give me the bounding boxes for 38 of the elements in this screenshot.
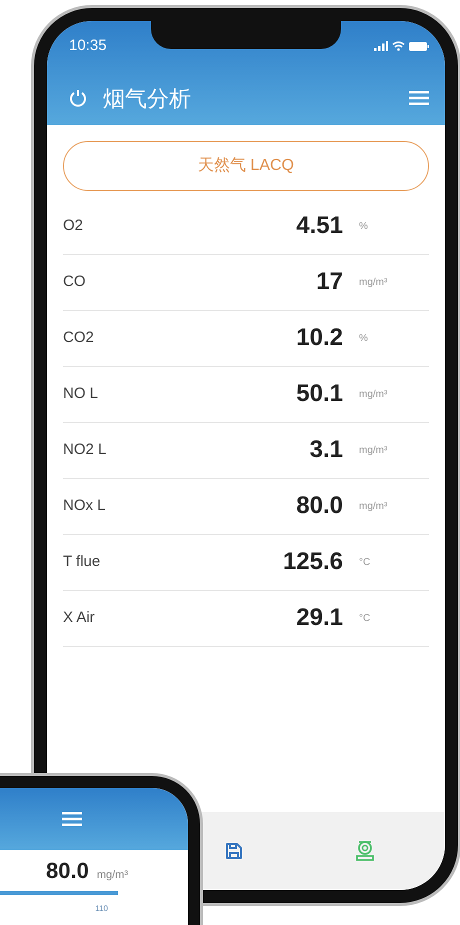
device-icon[interactable] — [355, 840, 375, 862]
reading-name: NO2 L — [63, 440, 106, 460]
reading-value: 4.51 — [296, 211, 343, 241]
reading-unit: mg/m³ — [359, 276, 388, 290]
reading-value: 50.1 — [296, 379, 343, 409]
reading-value: 80.0 — [296, 491, 343, 521]
signal-icon — [374, 41, 388, 52]
reading-value: 17 — [316, 267, 343, 297]
reading-value: 125.6 — [282, 547, 343, 577]
reading-unit: mg/m³ — [359, 500, 388, 514]
save-icon[interactable] — [225, 842, 243, 860]
app-title: 烟气分析 — [103, 84, 191, 112]
status-time: 10:35 — [69, 36, 107, 56]
reading-name: T flue — [63, 552, 100, 572]
reading-unit: mg/m³ — [359, 388, 388, 402]
reading-unit: % — [359, 332, 369, 346]
power-icon[interactable] — [69, 89, 87, 107]
reading-unit: °C — [359, 556, 372, 570]
battery-icon — [409, 42, 429, 51]
reading-name: X Air — [63, 608, 95, 628]
reading-name: NOx L — [63, 496, 106, 516]
reading-name: NO L — [63, 384, 98, 404]
scale-label: 110 — [95, 903, 108, 915]
wifi-icon — [392, 41, 405, 52]
reading-unit: % — [359, 220, 369, 234]
reading-name: CO2 — [63, 328, 94, 348]
reading-name: O2 — [63, 216, 84, 236]
reading-value: 29.1 — [296, 603, 343, 633]
reading-value: 10.2 — [296, 323, 343, 353]
reading-unit: °C — [359, 612, 372, 626]
menu-icon[interactable] — [409, 91, 429, 105]
fuel-type-button[interactable]: 天然气 LACQ — [63, 140, 429, 190]
reading-unit: mg/m³ — [96, 868, 128, 883]
reading-unit: mg/m³ — [359, 444, 388, 458]
menu-icon[interactable] — [62, 812, 82, 826]
reading-value: 80.0 — [46, 857, 89, 885]
reading-name: CO — [63, 272, 86, 292]
reading-value: 3.1 — [310, 435, 343, 465]
